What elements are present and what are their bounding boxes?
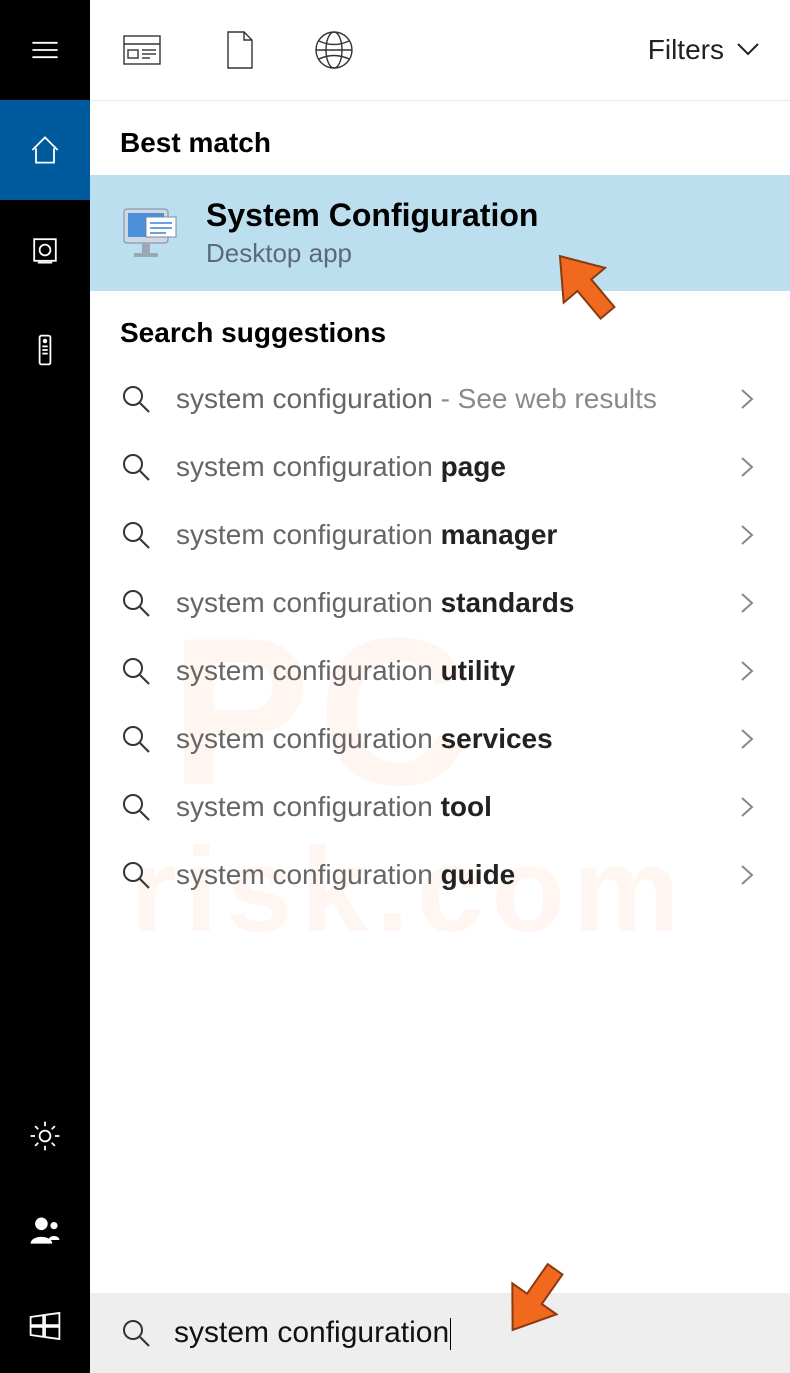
best-match-subtitle: Desktop app [206,238,538,269]
remote-icon [27,332,63,368]
document-icon [216,28,260,72]
chevron-right-icon [734,590,760,616]
search-results: PC risk.com Best match [90,101,790,1293]
start-menu-rail [0,0,90,1373]
filters-dropdown[interactable]: Filters [648,34,762,66]
rail-start[interactable] [27,1278,63,1373]
windows-icon [27,1308,63,1344]
search-suggestion[interactable]: system configuration manager [90,501,790,569]
chevron-right-icon [734,726,760,752]
search-suggestion[interactable]: system configuration guide [90,841,790,909]
search-icon [120,723,152,755]
search-suggestion[interactable]: system configuration services [90,705,790,773]
search-icon [120,519,152,551]
suggestion-text: system configuration services [176,723,734,755]
chevron-right-icon [734,386,760,412]
search-filter-bar: Filters [90,0,790,101]
home-icon [27,132,63,168]
search-suggestion[interactable]: system configuration page [90,433,790,501]
chevron-right-icon [734,658,760,684]
best-match-heading: Best match [90,101,790,175]
suggestion-text: system configuration standards [176,587,734,619]
menu-icon [27,32,63,68]
suggestion-text: system configuration - See web results [176,383,734,415]
chevron-right-icon [734,794,760,820]
search-icon [120,791,152,823]
rail-remote[interactable] [0,300,90,400]
rail-settings[interactable] [27,1088,63,1183]
chevron-right-icon [734,522,760,548]
search-suggestion[interactable]: system configuration - See web results [90,365,790,433]
rail-camera[interactable] [0,200,90,300]
text-caret [450,1318,451,1350]
hamburger-button[interactable] [0,0,90,100]
search-suggestion[interactable]: system configuration standards [90,569,790,637]
camera-icon [27,232,63,268]
search-box[interactable]: system configuration [90,1293,790,1373]
filter-web[interactable] [310,26,358,74]
suggestion-text: system configuration utility [176,655,734,687]
chevron-right-icon [734,862,760,888]
search-icon [120,1317,152,1349]
search-icon [120,451,152,483]
best-match-result[interactable]: System Configuration Desktop app [90,175,790,291]
search-suggestion[interactable]: system configuration tool [90,773,790,841]
msconfig-icon [120,203,180,263]
suggestion-text: system configuration page [176,451,734,483]
chevron-down-icon [734,36,762,64]
search-icon [120,587,152,619]
search-suggestion[interactable]: system configuration utility [90,637,790,705]
suggestions-heading: Search suggestions [90,291,790,365]
rail-home[interactable] [0,100,90,200]
best-match-title: System Configuration [206,197,538,234]
chevron-right-icon [734,454,760,480]
suggestion-text: system configuration guide [176,859,734,891]
search-icon [120,383,152,415]
search-panel: Filters PC risk.com Best match [90,0,790,1373]
suggestion-text: system configuration manager [176,519,734,551]
apps-icon [120,28,164,72]
search-query-text: system configuration [174,1316,449,1349]
account-icon [27,1213,63,1249]
gear-icon [27,1118,63,1154]
filter-documents[interactable] [214,26,262,74]
filter-apps[interactable] [118,26,166,74]
search-icon [120,655,152,687]
suggestion-text: system configuration tool [176,791,734,823]
search-icon [120,859,152,891]
globe-icon [312,28,356,72]
rail-account[interactable] [27,1183,63,1278]
filters-label: Filters [648,34,724,66]
